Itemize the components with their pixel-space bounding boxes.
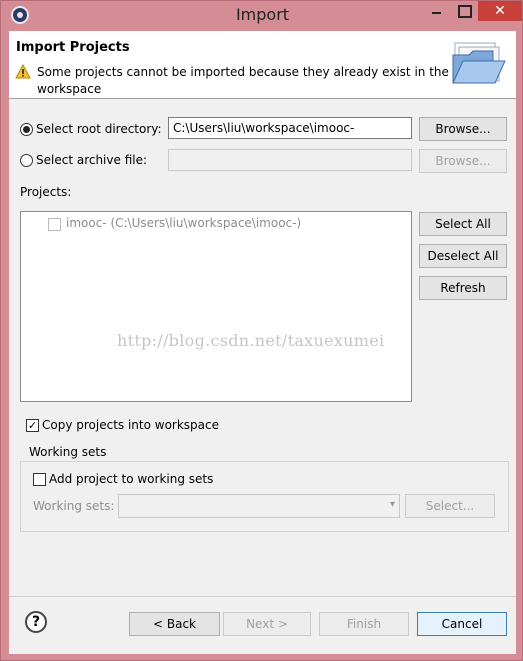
warning-icon xyxy=(15,64,31,79)
page-title: Import Projects xyxy=(16,40,130,55)
wizard-header: Import Projects Some projects cannot be … xyxy=(9,31,516,99)
select-working-sets-button[interactable]: Select... xyxy=(405,494,495,518)
deselect-all-button[interactable]: Deselect All xyxy=(419,244,507,268)
next-button[interactable]: Next > xyxy=(223,612,311,636)
close-button[interactable]: ✕ xyxy=(478,1,522,21)
folder-icon xyxy=(452,42,506,84)
add-to-working-sets-label[interactable]: Add project to working sets xyxy=(49,472,213,486)
copy-projects-label[interactable]: Copy projects into workspace xyxy=(42,418,219,432)
title-bar[interactable]: Import ✕ xyxy=(1,1,523,29)
working-sets-label: Working sets: xyxy=(33,499,115,513)
root-directory-label[interactable]: Select root directory: xyxy=(36,122,162,136)
archive-file-radio[interactable] xyxy=(20,154,33,167)
cancel-button[interactable]: Cancel xyxy=(417,612,507,636)
working-sets-dropdown[interactable]: ▾ xyxy=(118,494,400,518)
dialog-body: Import Projects Some projects cannot be … xyxy=(9,31,516,654)
minimize-button[interactable] xyxy=(423,1,449,21)
copy-projects-checkbox[interactable]: ✓ xyxy=(26,419,39,432)
root-directory-field[interactable]: C:\Users\liu\workspace\imooc- xyxy=(168,117,412,139)
projects-label: Projects: xyxy=(20,185,72,199)
finish-button[interactable]: Finish xyxy=(319,612,409,636)
maximize-button[interactable] xyxy=(450,1,476,21)
root-directory-radio[interactable] xyxy=(20,123,33,136)
refresh-button[interactable]: Refresh xyxy=(419,276,507,300)
chevron-down-icon: ▾ xyxy=(389,499,395,510)
select-all-button[interactable]: Select All xyxy=(419,212,507,236)
project-item-label[interactable]: imooc- (C:\Users\liu\workspace\imooc-) xyxy=(66,216,301,230)
archive-file-label[interactable]: Select archive file: xyxy=(36,153,147,167)
project-checkbox[interactable] xyxy=(48,218,61,231)
browse-root-button[interactable]: Browse... xyxy=(419,117,507,141)
help-icon[interactable]: ? xyxy=(25,611,47,633)
import-window: Import ✕ Import Projects Some projects c… xyxy=(0,0,523,661)
working-sets-group-title: Working sets xyxy=(29,445,107,459)
archive-file-field[interactable] xyxy=(168,149,412,171)
back-button[interactable]: < Back xyxy=(129,612,220,636)
projects-list[interactable]: imooc- (C:\Users\liu\workspace\imooc-) xyxy=(20,211,412,402)
watermark-text: http://blog.csdn.net/taxuexumei xyxy=(117,331,385,350)
header-message: Some projects cannot be imported because… xyxy=(37,65,449,96)
footer-divider xyxy=(9,596,516,597)
add-to-working-sets-checkbox[interactable] xyxy=(33,473,46,486)
browse-archive-button[interactable]: Browse... xyxy=(419,149,507,173)
